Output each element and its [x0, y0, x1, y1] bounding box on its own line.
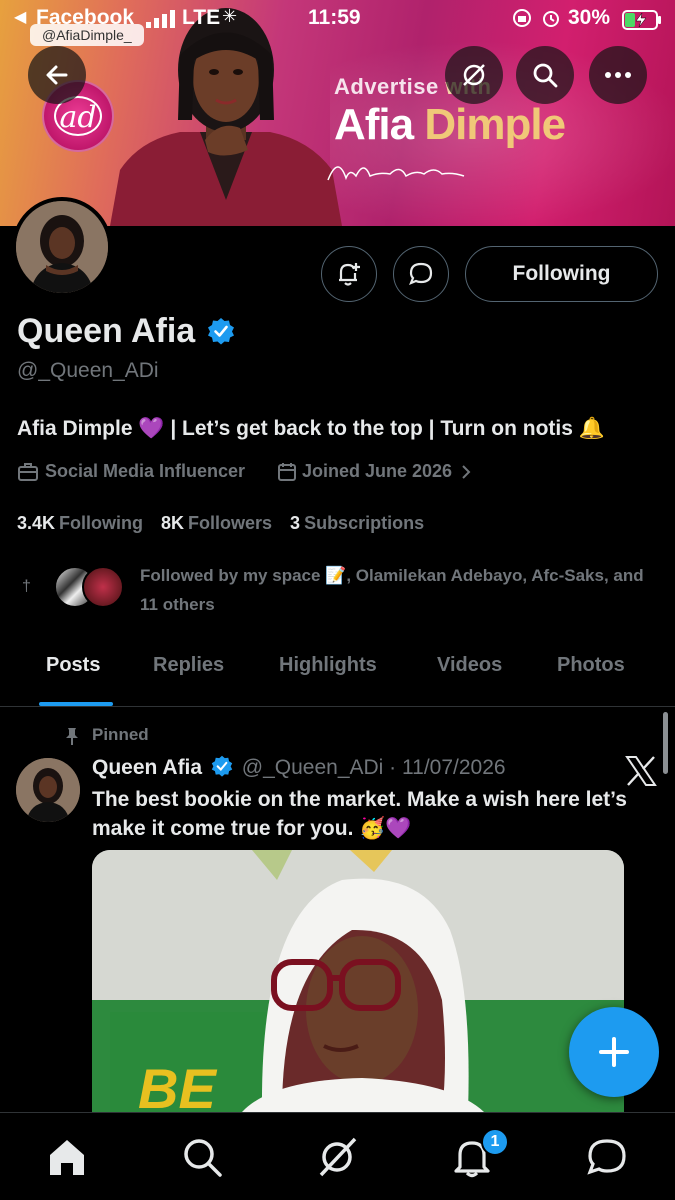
follower-avatar-2: [82, 566, 124, 608]
banner-signature: [327, 166, 465, 181]
verified-badge-icon[interactable]: [207, 317, 235, 345]
back-button[interactable]: [28, 46, 86, 104]
x-logo-icon[interactable]: [624, 754, 658, 788]
profile-handle: @_Queen_ADi: [17, 359, 159, 382]
profile-tabs: Posts Replies Highlights Videos Photos: [0, 640, 675, 707]
chat-icon[interactable]: [585, 1135, 629, 1179]
message-button[interactable]: [393, 246, 449, 302]
tab-videos[interactable]: Videos: [437, 654, 502, 677]
post-image-sign-text: BE: [138, 1057, 216, 1112]
active-tab-indicator: [39, 702, 113, 706]
briefcase-icon: [18, 462, 38, 481]
loading-spinner-icon: ✳: [222, 6, 238, 26]
profile-bio: Afia Dimple 💜 | Let’s get back to the to…: [17, 417, 605, 440]
verified-badge-icon: [211, 755, 233, 777]
notification-badge: 1: [481, 1128, 509, 1156]
followers-stat[interactable]: 8K Followers: [161, 513, 272, 534]
cellular-signal-icon: [146, 10, 175, 28]
network-type: LTE: [182, 6, 221, 29]
status-time: 11:59: [308, 6, 361, 29]
back-arrow-icon: [46, 65, 68, 85]
post-image[interactable]: BE: [92, 850, 624, 1112]
message-icon: [409, 262, 433, 285]
search-icon: [533, 63, 558, 88]
compose-button[interactable]: [569, 1007, 659, 1097]
pin-icon: [66, 728, 78, 745]
cross-icon: †: [22, 578, 31, 595]
post-separator: ·: [383, 756, 403, 779]
scrollbar[interactable]: [663, 712, 668, 774]
profile-stats: 3.4K Following 8K Followers 3 Subscriptions: [17, 513, 424, 534]
search-icon[interactable]: [180, 1135, 224, 1179]
rotation-lock-icon: [513, 9, 531, 27]
plus-icon: [599, 1037, 629, 1067]
status-source-app[interactable]: Facebook: [36, 6, 134, 30]
alarm-icon: [543, 11, 559, 27]
battery-charging-icon: [622, 10, 661, 30]
bottom-navigation: [0, 1112, 675, 1200]
profile-joined[interactable]: Joined June 2026: [277, 461, 472, 482]
tab-photos[interactable]: Photos: [557, 654, 625, 677]
chevron-right-icon: [462, 464, 471, 479]
post-text: The best bookie on the market. Make a wi…: [92, 788, 627, 840]
tab-highlights[interactable]: Highlights: [279, 654, 377, 677]
post-author-name[interactable]: Queen Afia: [92, 756, 202, 779]
grok-icon: [463, 64, 485, 86]
grok-button[interactable]: [445, 46, 503, 104]
more-button[interactable]: [589, 46, 647, 104]
home-icon[interactable]: [45, 1135, 89, 1179]
status-bar: ◀ Facebook LTE ✳ 11:59 30%: [0, 4, 675, 34]
profile-avatar[interactable]: [12, 197, 112, 297]
subscriptions-stat[interactable]: 3 Subscriptions: [290, 513, 424, 534]
tab-posts[interactable]: Posts: [46, 654, 100, 677]
grok-icon[interactable]: [315, 1135, 359, 1179]
joined-label: Joined June 2026: [302, 461, 453, 481]
post-author-avatar[interactable]: [16, 758, 80, 822]
calendar-icon: [278, 462, 296, 481]
avatar-image: [16, 201, 108, 293]
followed-by-text[interactable]: Followed by my space 📝, Olamilekan Adeba…: [140, 561, 665, 619]
tab-replies[interactable]: Replies: [153, 654, 224, 677]
post-header: Queen Afia @_Queen_ADi · 11/07/2026: [92, 755, 506, 780]
following-button[interactable]: Following: [465, 246, 658, 302]
following-stat[interactable]: 3.4K Following: [17, 513, 143, 534]
more-icon: [605, 72, 631, 78]
pinned-label: Pinned: [92, 725, 149, 744]
post-avatar-image: [16, 758, 80, 822]
battery-percentage: 30%: [568, 6, 611, 29]
category-label: Social Media Influencer: [45, 461, 246, 481]
notification-add-icon: [339, 263, 360, 286]
profile-category: Social Media Influencer: [17, 461, 245, 482]
post-author-handle[interactable]: @_Queen_ADi: [242, 756, 384, 779]
notify-button[interactable]: [321, 246, 377, 302]
post-date[interactable]: 11/07/2026: [402, 756, 506, 779]
status-back-arrow[interactable]: ◀: [14, 7, 26, 27]
profile-name: Queen Afia: [17, 312, 196, 350]
banner-brand-text: Afia Dimple: [334, 100, 566, 149]
search-button[interactable]: [516, 46, 574, 104]
